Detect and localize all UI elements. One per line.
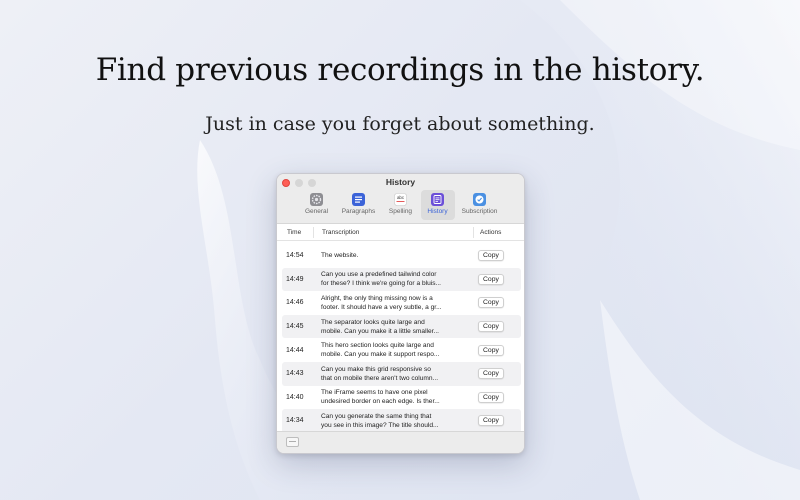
row-transcription-line2: mobile. Can you make it support respo...: [321, 351, 440, 359]
checkmark-badge-icon: [473, 193, 486, 206]
row-transcription-line1: Can you use a predefined tailwind color: [321, 271, 437, 279]
tab-general-label: General: [304, 208, 329, 215]
row-time: 14:54: [286, 252, 304, 260]
row-time: 14:34: [286, 417, 304, 425]
window-titlebar: History General Paragraphs abc Spelling: [277, 174, 524, 224]
history-icon: [431, 193, 444, 206]
row-transcription-line1: The separator looks quite large and: [321, 318, 425, 326]
row-transcription-line1: The website.: [321, 252, 359, 260]
remove-button[interactable]: —: [286, 437, 299, 447]
table-row[interactable]: 14:34 Can you generate the same thing th…: [282, 409, 521, 433]
tab-subscription-label: Subscription: [461, 208, 498, 215]
row-transcription: The separator looks quite large and mobil…: [316, 318, 474, 336]
window-title: History: [385, 177, 416, 187]
table-row[interactable]: 14:43 Can you make this grid responsive …: [282, 361, 521, 386]
row-transcription: Can you use a predefined tailwind color f…: [316, 270, 474, 288]
tab-subscription[interactable]: Subscription: [458, 190, 502, 220]
table-header: Time Transcription Actions: [277, 224, 524, 241]
row-transcription: Alright, the only thing missing now is a…: [316, 294, 474, 312]
row-transcription: Can you generate the same thing that you …: [316, 412, 474, 430]
row-transcription-line2: you see in this image? The title should.…: [321, 421, 439, 429]
row-transcription: This hero section looks quite large and m…: [316, 341, 474, 359]
row-time: 14:40: [286, 393, 304, 401]
table-body: 14:54 The website. Copy 14:49 Can you us…: [277, 241, 524, 433]
tab-general[interactable]: General: [300, 190, 334, 220]
row-transcription-line2: for these? I think we're going for a blu…: [321, 280, 442, 288]
page-title: Find previous recordings in the history.: [95, 52, 705, 88]
copy-button[interactable]: Copy: [478, 415, 504, 427]
spelling-icon: abc: [394, 193, 407, 206]
tab-history-label: History: [427, 208, 448, 215]
copy-button[interactable]: Copy: [478, 297, 504, 309]
page-subtitle: Just in case you forget about something.: [205, 113, 595, 135]
tab-spelling[interactable]: abc Spelling: [384, 190, 418, 220]
tab-paragraphs[interactable]: Paragraphs: [337, 190, 381, 220]
row-transcription-line1: Can you make this grid responsive so: [321, 365, 431, 373]
copy-button[interactable]: Copy: [478, 321, 504, 333]
history-window: History General Paragraphs abc Spelling: [276, 173, 525, 454]
row-transcription-line1: This hero section looks quite large and: [321, 342, 434, 350]
tab-paragraphs-label: Paragraphs: [341, 208, 376, 215]
row-transcription-line2: footer. It should have a very subtle, a …: [321, 303, 442, 311]
table-row[interactable]: 14:54 The website. Copy: [282, 244, 521, 268]
spelling-icon-text: abc: [397, 195, 405, 200]
table-row[interactable]: 14:45 The separator looks quite large an…: [282, 314, 521, 339]
table-row[interactable]: 14:44 This hero section looks quite larg…: [282, 338, 521, 362]
row-transcription-line2: mobile. Can you make it a little smaller…: [321, 327, 440, 335]
row-time: 14:46: [286, 299, 304, 307]
paragraphs-icon: [352, 193, 365, 206]
row-transcription-line2: undesired border on each edge. Is ther..…: [321, 398, 440, 406]
row-time: 14:44: [286, 346, 304, 354]
tab-history[interactable]: History: [420, 190, 455, 220]
column-header-time[interactable]: Time: [277, 229, 313, 236]
history-table: Time Transcription Actions 14:54 The web…: [277, 224, 524, 433]
tab-spelling-label: Spelling: [388, 208, 413, 215]
copy-button[interactable]: Copy: [478, 344, 504, 356]
row-transcription: Can you make this grid responsive so that…: [316, 365, 474, 383]
row-time: 14:45: [286, 323, 304, 331]
column-header-transcription[interactable]: Transcription: [313, 226, 473, 238]
row-transcription-line1: The iFrame seems to have one pixel: [321, 389, 428, 397]
copy-button[interactable]: Copy: [478, 391, 504, 403]
copy-button[interactable]: Copy: [478, 250, 504, 262]
row-transcription-line1: Alright, the only thing missing now is a: [321, 294, 433, 302]
row-transcription: The iFrame seems to have one pixel undesi…: [316, 388, 474, 406]
gear-icon: [310, 193, 323, 206]
row-time: 14:43: [286, 370, 304, 378]
row-transcription-line1: Can you generate the same thing that: [321, 412, 432, 420]
row-time: 14:49: [286, 275, 304, 283]
preferences-toolbar: General Paragraphs abc Spelling History: [277, 190, 524, 220]
table-row[interactable]: 14:46 Alright, the only thing missing no…: [282, 291, 521, 315]
copy-button[interactable]: Copy: [478, 273, 504, 285]
row-transcription: The website.: [316, 251, 474, 260]
table-row[interactable]: 14:40 The iFrame seems to have one pixel…: [282, 386, 521, 410]
table-row[interactable]: 14:49 Can you use a predefined tailwind …: [282, 267, 521, 292]
column-header-actions[interactable]: Actions: [473, 226, 524, 238]
window-footer: —: [277, 431, 524, 453]
row-transcription-line2: that on mobile there aren't two column..…: [321, 374, 439, 382]
copy-button[interactable]: Copy: [478, 368, 504, 380]
